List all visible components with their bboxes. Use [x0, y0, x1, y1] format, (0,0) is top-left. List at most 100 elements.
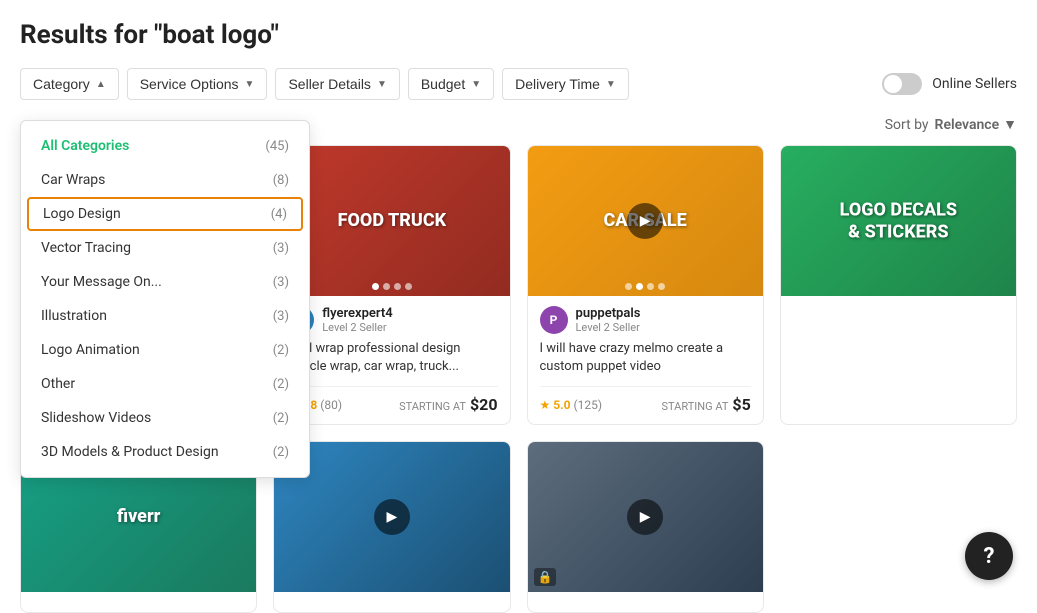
dropdown-item-label: Logo Design [43, 206, 121, 222]
dropdown-item-illustration[interactable]: Illustration(3) [21, 299, 309, 333]
dropdown-item-label: Vector Tracing [41, 240, 131, 256]
seller-info: P puppetpals Level 2 Seller [540, 306, 751, 334]
seller-details-chevron-icon: ▼ [377, 79, 387, 90]
thumb-label: LOGO DECALS & STICKERS [840, 199, 958, 242]
starting-at-label: STARTING AT [399, 400, 466, 413]
card-footer: ★ 5.0 (125) STARTING AT $5 [540, 386, 751, 414]
card-body [781, 296, 1016, 316]
card-thumbnail: ▶ 🔒 [528, 442, 763, 592]
dropdown-item-label: 3D Models & Product Design [41, 444, 219, 460]
dropdown-item-other[interactable]: Other (2) [21, 367, 309, 401]
rating-value: 5.0 [553, 398, 570, 412]
seller-details-label: Seller Details [288, 76, 370, 92]
play-icon[interactable]: ▶ [627, 203, 663, 239]
dropdown-item-count: (2) [273, 445, 289, 460]
toggle-knob [884, 75, 902, 93]
dropdown-item-3d-models--product-design[interactable]: 3D Models & Product Design (2) [21, 435, 309, 469]
dropdown-item-count: (2) [273, 343, 289, 358]
dropdown-item-count: (45) [265, 139, 289, 154]
dropdown-item-count: (2) [273, 411, 289, 426]
online-sellers-wrap: Online Sellers [882, 73, 1017, 95]
dropdown-item-count: (8) [273, 173, 289, 188]
dropdown-item-label: Slideshow Videos [41, 410, 151, 426]
dropdown-item-label: Other [41, 376, 75, 392]
dropdown-item-your-message-on[interactable]: Your Message On... (3) [21, 265, 309, 299]
dropdown-item-label: Your Message On... [41, 274, 162, 290]
budget-chevron-icon: ▼ [471, 79, 481, 90]
seller-details-filter[interactable]: Seller Details ▼ [275, 68, 399, 100]
price-wrap: STARTING AT $20 [399, 395, 497, 414]
search-title: Results for "boat logo" [20, 20, 1017, 50]
seller-name: puppetpals [576, 306, 641, 321]
dropdown-item-count: (3) [273, 241, 289, 256]
dot-0 [625, 283, 632, 290]
dropdown-item-slideshow-videos[interactable]: Slideshow Videos (2) [21, 401, 309, 435]
sort-select[interactable]: Relevance ▼ [935, 116, 1017, 133]
rating-count: (80) [320, 398, 342, 412]
dropdown-item-count: (3) [273, 309, 289, 324]
help-button[interactable]: ? [965, 532, 1013, 580]
delivery-time-filter[interactable]: Delivery Time ▼ [502, 68, 629, 100]
dot-3 [658, 283, 665, 290]
seller-name-wrap: puppetpals Level 2 Seller [576, 306, 641, 334]
help-icon: ? [984, 544, 995, 569]
dot-3 [405, 283, 412, 290]
delivery-time-chevron-icon: ▼ [606, 79, 616, 90]
card-description: I will have crazy melmo create a custom … [540, 340, 751, 378]
dot-2 [394, 283, 401, 290]
dot-indicators [372, 283, 412, 290]
card-body [528, 592, 763, 612]
online-sellers-label: Online Sellers [932, 76, 1017, 92]
price-wrap: STARTING AT $5 [662, 395, 751, 414]
budget-label: Budget [421, 76, 465, 92]
sort-chevron-icon: ▼ [1003, 116, 1017, 133]
seller-level: Level 2 Seller [322, 321, 392, 334]
price-value: $5 [732, 395, 750, 414]
category-dropdown: All Categories(45) Car Wraps (8) Logo Desig… [20, 120, 310, 478]
dropdown-item-count: (4) [271, 207, 287, 222]
dropdown-item-car-wraps[interactable]: Car Wraps (8) [21, 163, 309, 197]
card-thumbnail: CAR SALE ▶ [528, 146, 763, 296]
service-options-filter[interactable]: Service Options ▼ [127, 68, 268, 100]
card-3[interactable]: CAR SALE ▶ P puppetpals Level 2 Seller I… [527, 145, 764, 425]
category-chevron-icon: ▲ [96, 79, 106, 90]
service-options-chevron-icon: ▼ [245, 79, 255, 90]
avatar: P [540, 306, 568, 334]
dropdown-item-logo-animation[interactable]: Logo Animation (2) [21, 333, 309, 367]
dropdown-item-count: (3) [273, 275, 289, 290]
rating: ★ 5.0 (125) [540, 398, 603, 412]
dropdown-item-label: Car Wraps [41, 172, 105, 188]
dropdown-item-all-categories[interactable]: All Categories(45) [21, 129, 309, 163]
rating-count: (125) [574, 398, 603, 412]
dropdown-item-label: Logo Animation [41, 342, 140, 358]
card-body: P puppetpals Level 2 Seller I will have … [528, 296, 763, 424]
dot-indicators [625, 283, 665, 290]
dot-1 [383, 283, 390, 290]
dropdown-item-count: (2) [273, 377, 289, 392]
play-icon[interactable]: ▶ [627, 499, 663, 535]
play-icon[interactable]: ▶ [374, 499, 410, 535]
dropdown-item-logo-design[interactable]: Logo Design (4) [27, 197, 303, 231]
page-container: Results for "boat logo" Category ▲ Servi… [0, 0, 1037, 613]
seller-name-wrap: flyerexpert4 Level 2 Seller [322, 306, 392, 334]
starting-at-label: STARTING AT [662, 400, 729, 413]
seller-level: Level 2 Seller [576, 321, 641, 334]
service-options-label: Service Options [140, 76, 239, 92]
card-4[interactable]: LOGO DECALS & STICKERS [780, 145, 1017, 425]
service-options-wrapper: Service Options ▼ [127, 68, 268, 100]
thumb-label: fiverr [117, 506, 160, 528]
dot-1 [636, 283, 643, 290]
dropdown-item-vector-tracing[interactable]: Vector Tracing (3) [21, 231, 309, 265]
delivery-time-label: Delivery Time [515, 76, 600, 92]
price-value: $20 [470, 395, 498, 414]
category-label: Category [33, 76, 90, 92]
card-7[interactable]: ▶ 🔒 [527, 441, 764, 613]
card-thumbnail: LOGO DECALS & STICKERS [781, 146, 1016, 296]
online-sellers-toggle[interactable] [882, 73, 922, 95]
lock-icon: 🔒 [534, 568, 557, 586]
category-filter[interactable]: Category ▲ [20, 68, 119, 100]
seller-info: F flyerexpert4 Level 2 Seller [286, 306, 497, 334]
filters-bar: Category ▲ Service Options ▼ Seller Deta… [20, 68, 1017, 100]
card-body [274, 592, 509, 612]
budget-filter[interactable]: Budget ▼ [408, 68, 494, 100]
